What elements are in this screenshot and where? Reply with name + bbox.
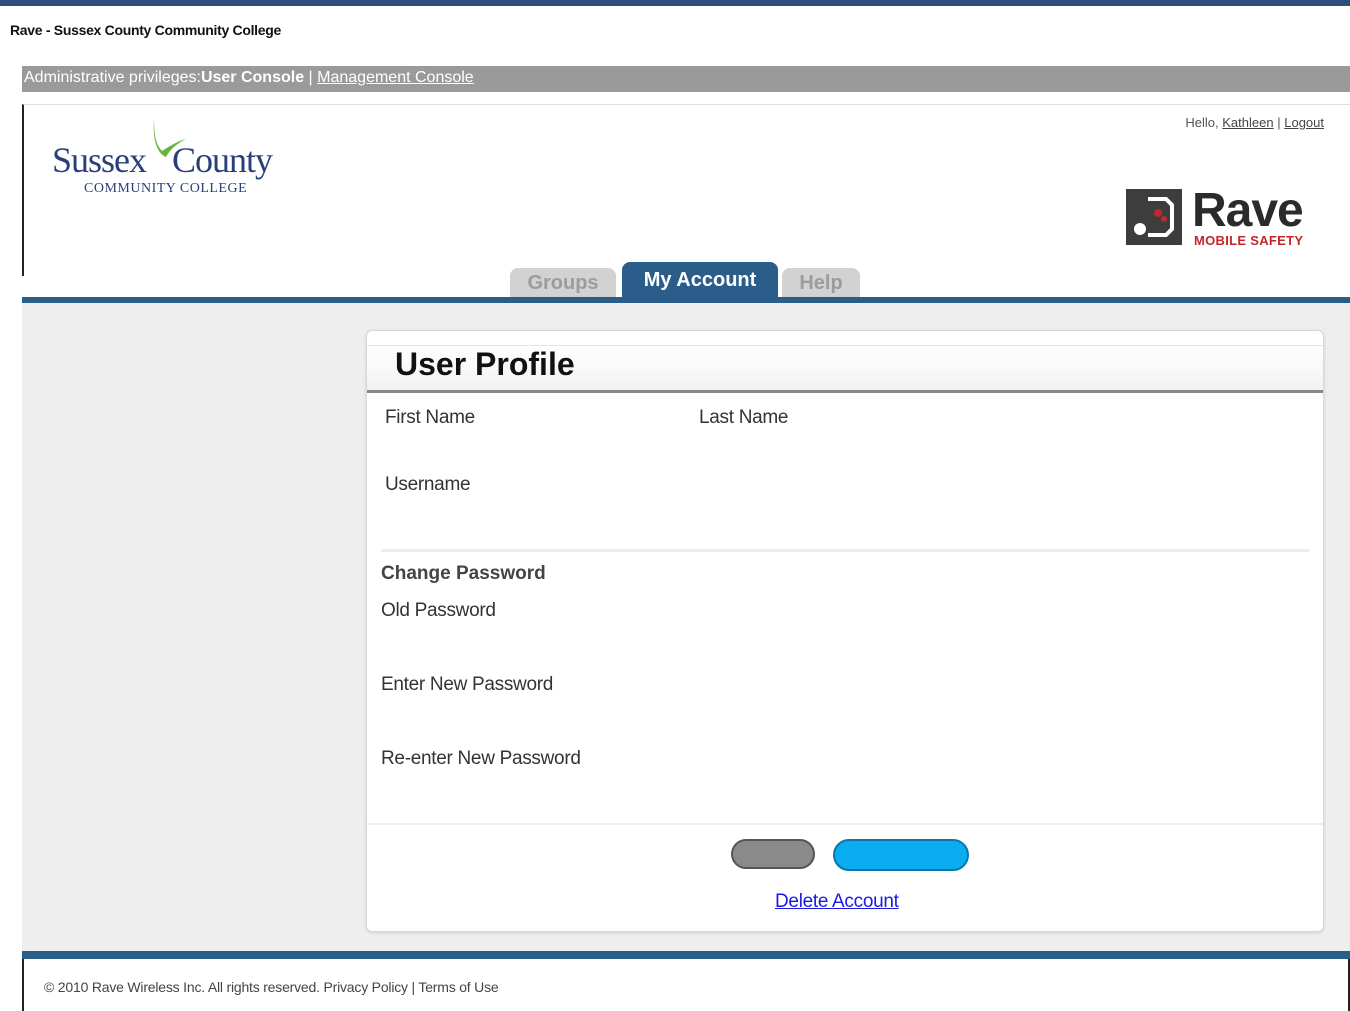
site-footer: © 2010 Rave Wireless Inc. All rights res… (22, 959, 1350, 1011)
logo-subtitle: COMMUNITY COLLEGE (84, 181, 248, 196)
user-separator: | (1277, 115, 1281, 130)
footer-separator: | (411, 979, 416, 995)
last-name-label: Last Name (699, 407, 789, 428)
logo-word-county: County (172, 140, 273, 180)
change-password-heading: Change Password (381, 563, 546, 584)
user-name-link[interactable]: Kathleen (1222, 115, 1273, 130)
admin-privileges-bar: Administrative privileges:User Console |… (22, 66, 1350, 92)
footer-text: © 2010 Rave Wireless Inc. All rights res… (44, 979, 499, 995)
logo-word-sussex: Sussex (52, 140, 147, 180)
delete-account-link[interactable]: Delete Account (775, 891, 899, 913)
old-password-label: Old Password (381, 600, 496, 621)
sussex-county-logo: Sussex County COMMUNITY COLLEGE (52, 115, 312, 196)
admin-privileges-label: Administrative privileges: (24, 69, 201, 86)
greeting-text: Hello, (1185, 115, 1219, 130)
tab-help[interactable]: Help (782, 268, 860, 298)
rave-tagline: MOBILE SAFETY (1194, 233, 1304, 248)
logout-link[interactable]: Logout (1284, 115, 1324, 130)
site-header: Sussex County COMMUNITY COLLEGE Hello, Ka… (22, 104, 1350, 276)
page-title: User Profile (395, 346, 575, 382)
save-button[interactable] (833, 839, 969, 871)
reenter-password-label: Re-enter New Password (381, 748, 581, 769)
section-divider (381, 549, 1309, 552)
user-greeting: Hello, Kathleen | Logout (1185, 115, 1324, 130)
tab-groups[interactable]: Groups (510, 268, 616, 298)
window-title: Rave - Sussex County Community College (10, 22, 281, 38)
rave-emblem-icon (1126, 189, 1182, 245)
tab-my-account[interactable]: My Account (622, 262, 778, 298)
admin-bar-separator: | (308, 69, 313, 86)
card-header: User Profile (367, 345, 1323, 393)
user-console-current: User Console (200, 69, 305, 86)
terms-of-use-link[interactable]: Terms of Use (418, 979, 498, 995)
first-name-label: First Name (385, 407, 475, 428)
cancel-button[interactable] (731, 839, 815, 869)
username-label: Username (385, 474, 471, 495)
card-footer-divider (367, 823, 1323, 825)
footer-divider (22, 951, 1350, 959)
privacy-policy-link[interactable]: Privacy Policy (324, 979, 409, 995)
management-console-link[interactable]: Management Console (317, 69, 474, 86)
user-profile-card: User Profile First Name Last Name Userna… (366, 330, 1324, 932)
rave-wordmark: Rave (1192, 184, 1304, 237)
rave-mobile-safety-logo: Rave MOBILE SAFETY (1126, 184, 1326, 249)
top-stripe (0, 0, 1350, 6)
new-password-label: Enter New Password (381, 674, 554, 695)
copyright-text: © 2010 Rave Wireless Inc. All rights res… (44, 979, 320, 995)
